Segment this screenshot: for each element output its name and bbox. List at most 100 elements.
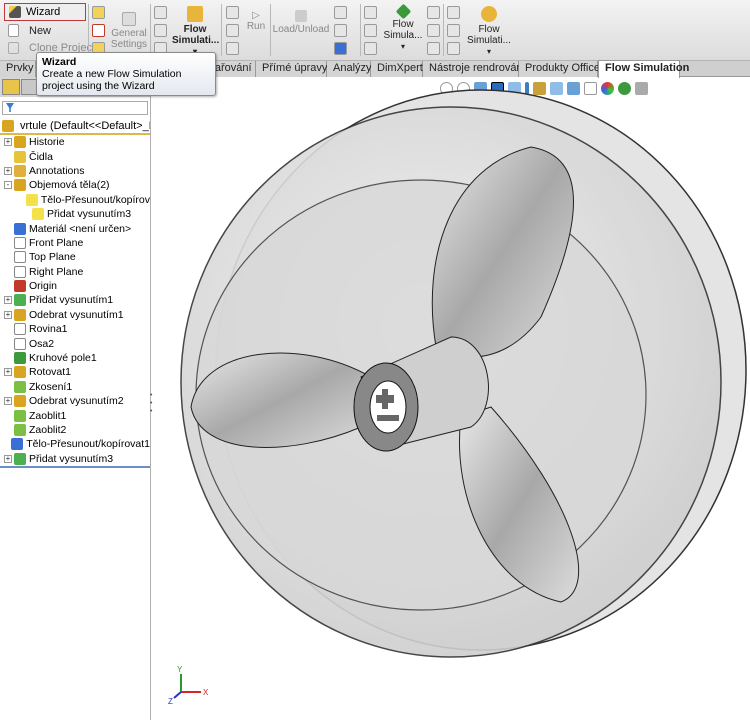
tree-item[interactable]: Zaoblit1 [0,408,150,422]
rollback-bar[interactable] [0,465,150,468]
fillet-icon [14,409,26,422]
isosurfaces-icon[interactable] [364,42,377,55]
feature-manager-tab-icon[interactable] [2,79,20,95]
results-icon[interactable] [226,42,239,55]
triad-y-label: Y [177,665,183,674]
surface-plot-icon[interactable] [364,24,377,37]
tree-item-label: Zaoblit2 [29,424,67,436]
xy-plot-icon[interactable] [427,6,440,19]
settings-icon [122,12,136,26]
tab-nastroje-rendrovani[interactable]: Nástroje rendrování [423,61,526,77]
expand-toggle[interactable]: - [4,181,12,190]
expand-toggle[interactable]: + [4,138,12,147]
general-settings-button[interactable]: General Settings [110,12,148,50]
check-geometry-icon[interactable] [226,24,239,37]
tree-item-label: Přidat vysunutím1 [29,294,114,307]
graphics-area[interactable]: Y X Z [151,77,750,720]
probe-icon[interactable] [334,6,347,19]
tree-item[interactable]: + Přidat vysunutím3 [0,452,150,466]
tree-item[interactable]: - Objemová těla(2) [0,178,150,192]
save-results-icon[interactable] [334,24,347,37]
load-unload-button[interactable]: Load/Unload [272,10,330,35]
part-icon [2,120,14,132]
run-button[interactable]: ▷ Run [245,10,267,32]
tree-item[interactable]: + Odebrat vysunutím2 [0,394,150,408]
clone-icon [8,42,19,54]
tree-item-label: Odebrat vysunutím2 [29,395,124,408]
tree-item[interactable]: Materiál <není určen> [0,221,150,235]
circular-pattern-icon [14,352,26,365]
tree-item[interactable]: Origin [0,279,150,293]
flow-trajectories-icon[interactable] [427,24,440,37]
computational-domain-icon[interactable] [154,6,167,19]
results-diamond-icon [395,3,411,20]
tab-produkty-office[interactable]: Produkty Office [519,61,600,77]
tree-item[interactable]: Zkosení1 [0,380,150,394]
tree-root[interactable]: vrtule (Default<<Default>_Disp [0,119,150,135]
solid-body-icon [32,208,44,221]
tree-item[interactable]: + Přidat vysunutím1 [0,293,150,307]
flow-simulation-features-label: Flow Simulati... [172,24,220,46]
flow-simulation-tools-button[interactable]: Flow Simulati... ▾ [466,6,512,57]
expand-toggle[interactable]: + [4,296,12,305]
tree-item[interactable]: + Historie [0,135,150,149]
tree-item[interactable]: Zaoblit2 [0,423,150,437]
tree-item[interactable]: + Odebrat vysunutím1 [0,308,150,322]
tree-item[interactable]: + Annotations [0,164,150,178]
load-unload-icon [295,10,307,22]
history-icon [14,136,26,149]
tab-prime-upravy[interactable]: Přímé úpravy [256,61,327,77]
tree-item-label: Top Plane [29,251,76,264]
cut-plot-icon[interactable] [364,6,377,19]
expand-toggle[interactable]: + [4,166,12,175]
tree-item-label: Čidla [29,150,53,163]
plane-icon [14,265,26,278]
tree-item-label: Odebrat vysunutím1 [29,308,124,321]
parametric-study-icon[interactable] [447,42,460,55]
tree-item-label: Objemová těla(2) [29,179,110,192]
tree-item[interactable]: Front Plane [0,236,150,250]
tree-item[interactable]: Čidla [0,149,150,163]
tree-item-label: Historie [29,136,65,149]
tab-flow-simulation[interactable]: Flow Simulation [598,60,689,78]
expand-toggle[interactable]: + [4,368,12,377]
tree-filter-input[interactable] [2,101,148,115]
new-button[interactable]: New [8,24,51,37]
tab-analyzy[interactable]: Analýzy [327,61,372,77]
expand-toggle[interactable]: + [4,454,12,463]
plane-icon [14,251,26,264]
report-icon[interactable] [427,42,440,55]
tree-item[interactable]: Rovina1 [0,322,150,336]
cut-extrude-icon [14,308,26,321]
flow-simulation-features-button[interactable]: Flow Simulati... ▾ [172,6,220,57]
mesh-icon[interactable] [226,6,239,19]
solid-body-icon [25,193,38,206]
tab-dimxpert[interactable]: DimXpert [371,61,423,77]
tab-prvky[interactable]: Prvky [0,61,36,77]
sensor-icon [14,150,26,163]
tree-item[interactable]: Osa2 [0,336,150,350]
chamfer-icon [14,380,26,393]
export-results-icon[interactable] [334,42,347,55]
lightbulb-icon[interactable] [447,6,460,19]
tree-item[interactable]: Kruhové pole1 [0,351,150,365]
annotation-icon [14,164,26,177]
tree-item[interactable]: Tělo-Přesunout/kopírov [0,193,150,207]
tree-item[interactable]: Right Plane [0,265,150,279]
fluid-subdomain-icon[interactable] [154,24,167,37]
expand-toggle[interactable]: + [4,397,12,406]
tree-item[interactable]: + Rotovat1 [0,365,150,379]
tree-item-label: Zaoblit1 [29,409,67,422]
solid-bodies-folder-icon [14,179,26,192]
customize-tree-icon[interactable] [92,24,105,37]
component-control-icon[interactable] [447,24,460,37]
extrude-icon [14,294,26,307]
tree-item[interactable]: Přidat vysunutím3 [0,207,150,221]
wizard-button[interactable]: Wizard [4,3,86,21]
flow-simulation-results-button[interactable]: Flow Simula... ▾ [383,3,423,52]
tree-item-label: Kruhové pole1 [29,352,97,365]
tree-item[interactable]: Top Plane [0,250,150,264]
edit-project-icon[interactable] [92,6,105,19]
expand-toggle[interactable]: + [4,310,12,319]
tree-item[interactable]: Tělo-Přesunout/kopírovat1 [0,437,150,451]
